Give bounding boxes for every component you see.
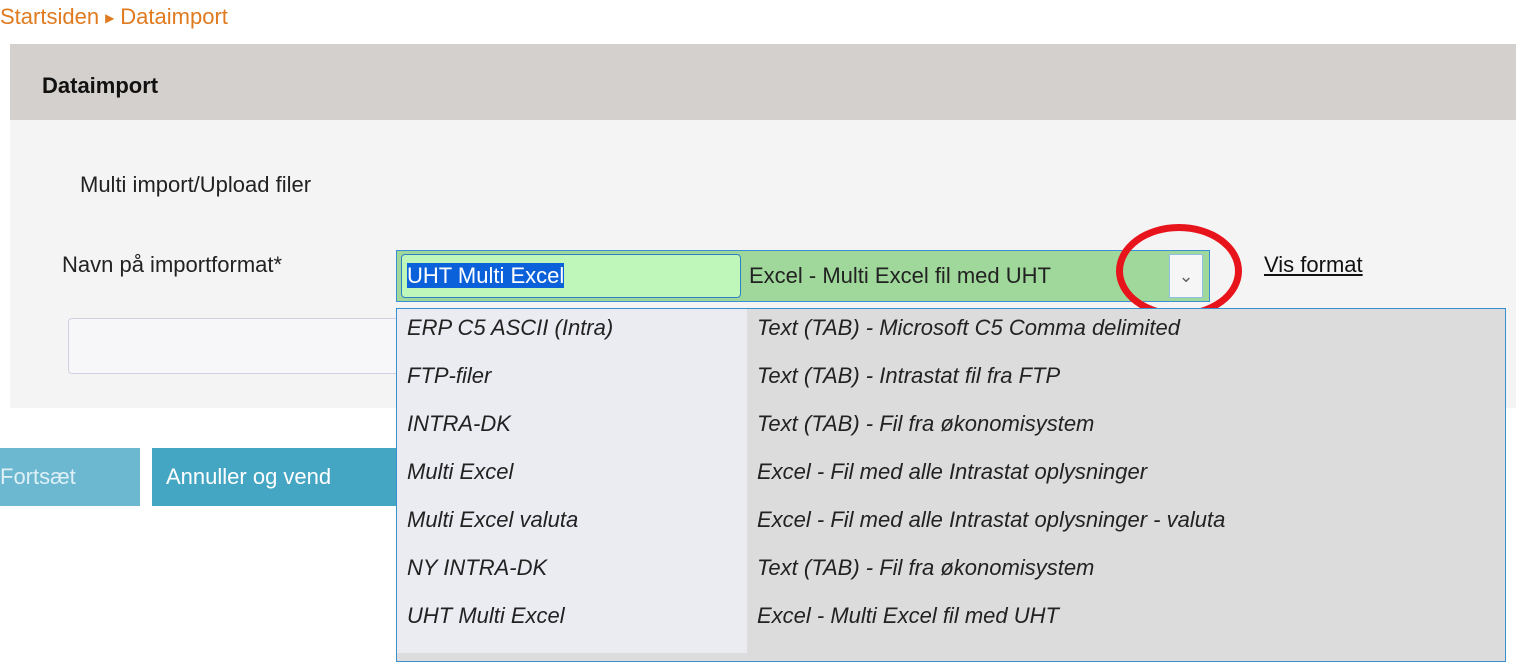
file-upload-field[interactable] [68, 318, 408, 374]
breadcrumb-current: Dataimport [120, 4, 228, 29]
import-format-combobox[interactable]: UHT Multi Excel Excel - Multi Excel fil … [396, 250, 1210, 302]
selected-code-text: UHT Multi Excel [407, 263, 565, 288]
dropdown-option[interactable]: Multi Excel Excel - Fil med alle Intrast… [397, 453, 1505, 491]
option-description: Text (TAB) - Intrastat fil fra FTP [757, 363, 1061, 388]
import-format-label: Navn på importformat* [62, 252, 283, 277]
highlight-annotation [1116, 224, 1242, 318]
import-format-code-input[interactable]: UHT Multi Excel [401, 254, 741, 298]
breadcrumb-home-link[interactable]: Startsiden [0, 4, 99, 29]
panel-title: Dataimport [10, 44, 1516, 120]
breadcrumb: Startsiden ▶ Dataimport [0, 0, 228, 35]
section-title: Multi import/Upload filer [80, 172, 312, 197]
import-format-dropdown-list: ERP C5 ASCII (Intra) Text (TAB) - Micros… [396, 308, 1506, 662]
breadcrumb-separator-icon: ▶ [105, 11, 115, 26]
option-description: Text (TAB) - Microsoft C5 Comma delimite… [757, 315, 1180, 340]
dropdown-option[interactable]: Multi Excel valuta Excel - Fil med alle … [397, 501, 1505, 539]
continue-button[interactable]: Fortsæt [0, 448, 140, 506]
option-code: INTRA-DK [407, 411, 511, 436]
option-code: FTP-filer [407, 363, 492, 388]
import-format-description: Excel - Multi Excel fil med UHT [749, 263, 1051, 288]
option-description: Excel - Fil med alle Intrastat oplysning… [757, 507, 1226, 532]
dropdown-option[interactable]: UHT Multi Excel Excel - Multi Excel fil … [397, 597, 1505, 635]
dropdown-option[interactable]: ERP C5 ASCII (Intra) Text (TAB) - Micros… [397, 309, 1505, 347]
option-code: Multi Excel [407, 459, 514, 484]
cancel-button[interactable]: Annuller og vend [152, 448, 398, 506]
option-code: UHT Multi Excel [407, 603, 565, 628]
option-description: Excel - Fil med alle Intrastat oplysning… [757, 459, 1148, 484]
option-description: Excel - Multi Excel fil med UHT [757, 603, 1059, 628]
option-code: ERP C5 ASCII (Intra) [407, 315, 614, 340]
option-description: Text (TAB) - Fil fra økonomisystem [757, 555, 1095, 580]
vis-format-link[interactable]: Vis format [1264, 252, 1363, 278]
dropdown-option[interactable]: FTP-filer Text (TAB) - Intrastat fil fra… [397, 357, 1505, 395]
option-code: NY INTRA-DK [407, 555, 548, 580]
option-code: Multi Excel valuta [407, 507, 579, 532]
dropdown-option[interactable]: NY INTRA-DK Text (TAB) - Fil fra økonomi… [397, 549, 1505, 587]
option-description: Text (TAB) - Fil fra økonomisystem [757, 411, 1095, 436]
dropdown-option[interactable]: INTRA-DK Text (TAB) - Fil fra økonomisys… [397, 405, 1505, 443]
